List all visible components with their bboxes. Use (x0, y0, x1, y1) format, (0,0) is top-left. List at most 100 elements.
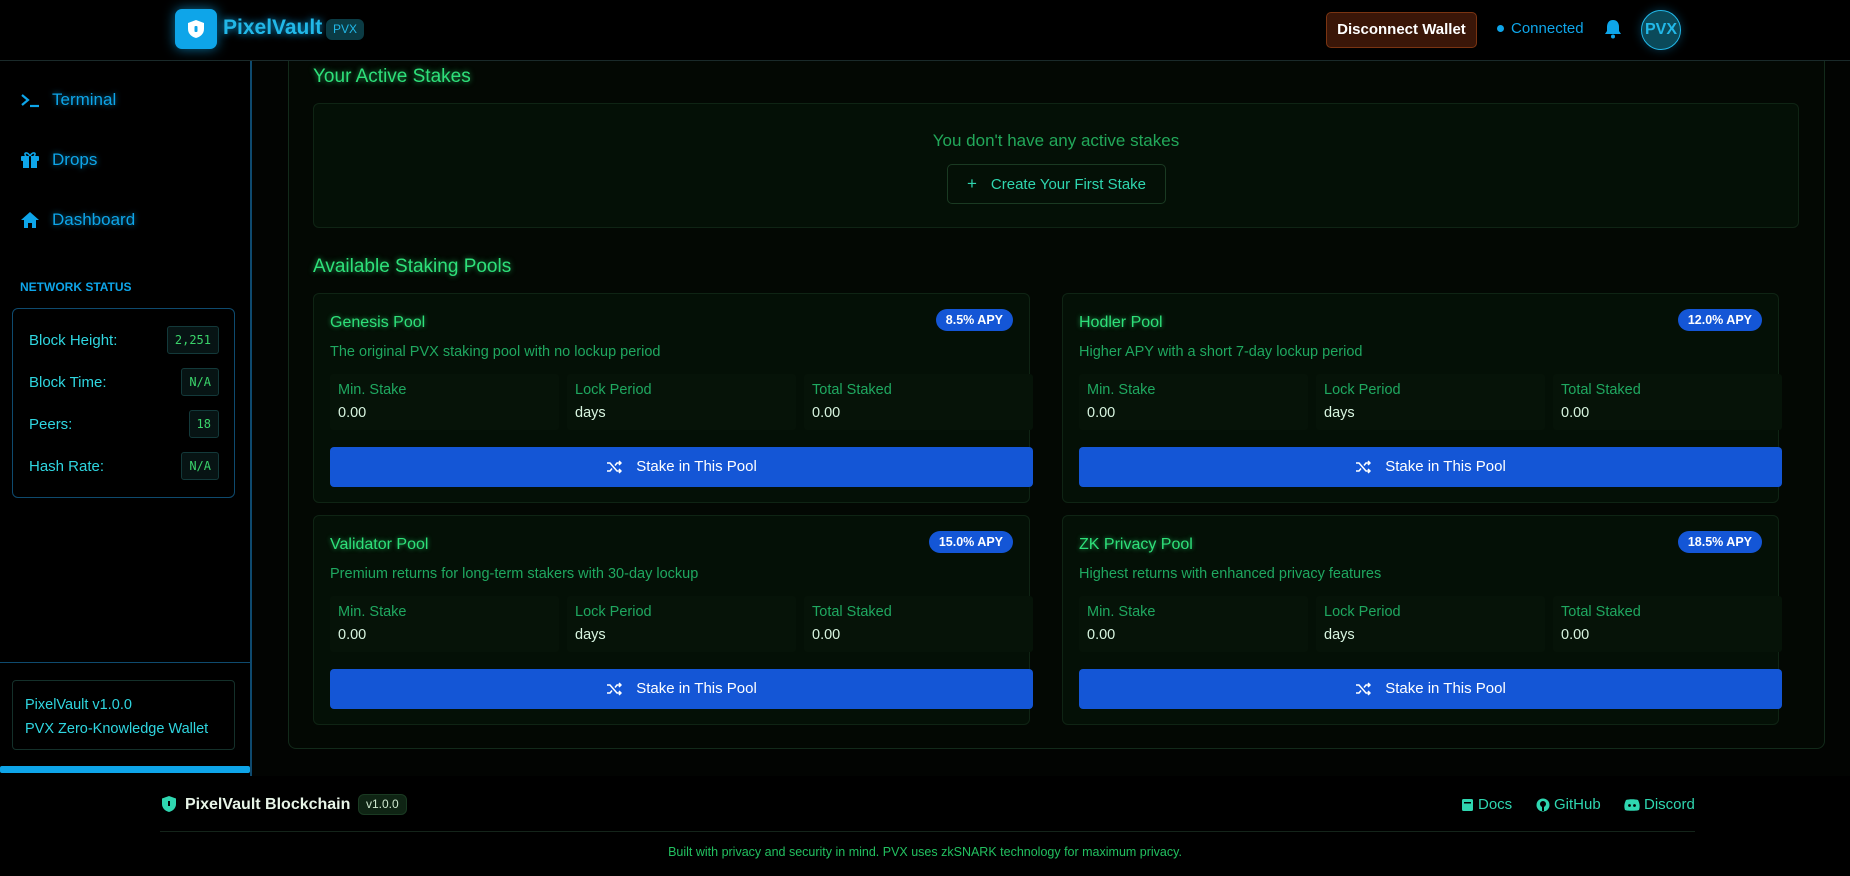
docs-link[interactable]: Docs (1461, 796, 1512, 813)
plus-icon: + (966, 174, 977, 193)
top-header: PixelVault PVX Disconnect Wallet Connect… (0, 0, 1850, 61)
stat-label: Min. Stake (338, 382, 407, 398)
network-row-block-height: Block Height: 2,251 (29, 326, 219, 354)
create-stake-button[interactable]: + Create Your First Stake (947, 164, 1166, 204)
sidebar-item-drops[interactable]: Drops (20, 145, 97, 175)
stat-label: Lock Period (1324, 604, 1401, 620)
network-value: 18 (188, 410, 219, 438)
stat-value: 0.00 (338, 405, 367, 421)
sidebar-item-terminal[interactable]: Terminal (20, 85, 116, 115)
version-info: PixelVault v1.0.0 PVX Zero-Knowledge Wal… (12, 680, 235, 750)
footer-brand: PixelVault Blockchain (185, 796, 351, 813)
stat-lock-period: Lock Period days (567, 596, 796, 652)
stat-label: Total Staked (1561, 382, 1641, 398)
pool-description: The original PVX staking pool with no lo… (330, 344, 661, 360)
sidebar-item-dashboard[interactable]: Dashboard (20, 205, 135, 235)
stat-value: 0.00 (1561, 405, 1590, 421)
terminal-icon (21, 94, 39, 108)
docs-label: Docs (1478, 796, 1513, 813)
pool-name: Genesis Pool (330, 314, 426, 331)
github-label: GitHub (1554, 796, 1601, 813)
sidebar-divider (0, 662, 250, 663)
stat-value: 0.00 (1087, 405, 1116, 421)
stake-button[interactable]: Stake in This Pool (330, 447, 1033, 487)
network-label: Peers: (29, 416, 73, 433)
discord-link[interactable]: Discord (1624, 796, 1695, 813)
stat-value: days (575, 627, 606, 643)
connection-dot-icon (1497, 25, 1504, 32)
stake-button-label: Stake in This Pool (636, 680, 757, 697)
shield-icon (162, 796, 176, 812)
pool-description: Highest returns with enhanced privacy fe… (1079, 566, 1382, 582)
pool-name: ZK Privacy Pool (1079, 536, 1193, 553)
stat-label: Total Staked (812, 604, 892, 620)
footer-note: Built with privacy and security in mind.… (668, 845, 1182, 859)
sidebar-item-label: Terminal (52, 90, 117, 109)
staking-pools-title: Available Staking Pools (313, 256, 512, 277)
stat-lock-period: Lock Period days (1316, 596, 1545, 652)
github-link[interactable]: GitHub (1536, 796, 1601, 813)
pool-description: Higher APY with a short 7-day lockup per… (1079, 344, 1363, 360)
stat-value: 0.00 (1561, 627, 1590, 643)
shuffle-icon (1356, 460, 1372, 474)
pool-card-zk-privacy: ZK Privacy Pool 18.5% APY Highest return… (1062, 515, 1782, 725)
brand-name[interactable]: PixelVault (223, 16, 322, 40)
stat-value: days (1324, 405, 1355, 421)
empty-stakes-text: You don't have any active stakes (932, 131, 1180, 150)
pool-stats: Min. Stake 0.00 Lock Period days Total Sta… (330, 374, 1033, 430)
stat-total-staked: Total Staked 0.00 (1553, 596, 1782, 652)
stat-label: Lock Period (1324, 382, 1401, 398)
brand-badge: PVX (326, 19, 365, 40)
network-label: Hash Rate: (29, 458, 105, 475)
stat-value: days (575, 405, 606, 421)
discord-icon (1624, 798, 1640, 811)
footer-version-badge: v1.0.0 (358, 794, 407, 815)
pool-card-validator: Validator Pool 15.0% APY Premium returns… (313, 515, 1033, 725)
stat-total-staked: Total Staked 0.00 (804, 596, 1033, 652)
stat-min-stake: Min. Stake 0.00 (330, 374, 559, 430)
stat-value: 0.00 (812, 627, 841, 643)
stat-min-stake: Min. Stake 0.00 (1079, 596, 1308, 652)
stat-total-staked: Total Staked 0.00 (804, 374, 1033, 430)
stake-button-label: Stake in This Pool (1385, 680, 1506, 697)
pool-card-genesis: Genesis Pool 8.5% APY The original PVX s… (313, 293, 1033, 503)
stake-button[interactable]: Stake in This Pool (1079, 669, 1782, 709)
apy-badge: 18.5% APY (1677, 531, 1762, 553)
create-stake-label: Create Your First Stake (990, 176, 1146, 193)
sidebar-accent-bar (0, 766, 250, 773)
apy-badge: 8.5% APY (935, 309, 1013, 331)
apy-badge: 12.0% APY (1677, 309, 1762, 331)
stake-button[interactable]: Stake in This Pool (1079, 447, 1782, 487)
pool-name: Hodler Pool (1079, 314, 1163, 331)
discord-label: Discord (1644, 796, 1695, 813)
connection-status: Connected (1511, 20, 1584, 37)
pool-card-hodler: Hodler Pool 12.0% APY Higher APY with a … (1062, 293, 1782, 503)
stat-value: 0.00 (812, 405, 841, 421)
stat-label: Lock Period (575, 382, 652, 398)
stake-button[interactable]: Stake in This Pool (330, 669, 1033, 709)
stat-label: Lock Period (575, 604, 652, 620)
network-status-panel: Block Height: 2,251 Block Time: N/A Peer… (12, 308, 235, 498)
disconnect-wallet-button[interactable]: Disconnect Wallet (1326, 12, 1477, 48)
network-value: 2,251 (166, 326, 219, 354)
stat-label: Min. Stake (338, 604, 407, 620)
stat-total-staked: Total Staked 0.00 (1553, 374, 1782, 430)
sidebar-item-label: Drops (52, 150, 98, 169)
stake-button-label: Stake in This Pool (1385, 458, 1506, 475)
stat-label: Min. Stake (1087, 604, 1156, 620)
network-label: Block Time: (29, 374, 107, 391)
logo-shield-icon[interactable] (175, 9, 217, 49)
sidebar: Terminal Drops Dashboard NETWORK STATUS … (0, 61, 252, 776)
app-version: PixelVault v1.0.0 (25, 697, 132, 713)
avatar[interactable]: PVX (1641, 10, 1681, 50)
pool-stats: Min. Stake 0.00 Lock Period days Total Sta… (330, 596, 1033, 652)
stat-lock-period: Lock Period days (567, 374, 796, 430)
bell-icon[interactable] (1604, 19, 1622, 39)
active-stakes-title: Your Active Stakes (313, 66, 471, 87)
shuffle-icon (607, 682, 623, 696)
stat-value: 0.00 (338, 627, 367, 643)
app-tagline: PVX Zero-Knowledge Wallet (25, 721, 209, 737)
pool-stats: Min. Stake 0.00 Lock Period days Total Sta… (1079, 596, 1782, 652)
apy-badge: 15.0% APY (928, 531, 1013, 553)
active-stakes-empty: You don't have any active stakes + Create… (313, 103, 1799, 228)
